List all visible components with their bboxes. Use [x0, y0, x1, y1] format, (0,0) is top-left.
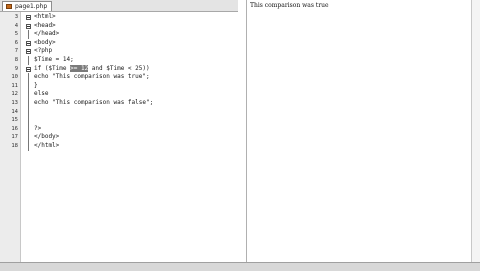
fold-guide-line — [28, 81, 29, 91]
code-text: </html> — [34, 142, 60, 149]
code-line: 10 echo "This comparison was true"; — [0, 73, 238, 82]
fold-guide-line — [28, 124, 29, 134]
code-text: else — [34, 90, 49, 98]
code-line: 14 — [0, 107, 238, 117]
code-line: 8 $Time = 14; — [0, 56, 238, 65]
file-tab[interactable]: page1.php — [2, 1, 53, 11]
code-line: 6 <body> — [0, 39, 238, 48]
code-text-after: and $Time < 25)) — [88, 64, 150, 72]
fold-toggle-icon[interactable] — [26, 23, 31, 29]
code-text: </head> — [34, 30, 60, 38]
code-line: 11} — [0, 81, 238, 91]
code-text: </body> — [34, 133, 60, 141]
line-number: 16 — [11, 125, 18, 132]
fold-guide-line — [28, 99, 29, 108]
fold-guide-line — [28, 73, 29, 82]
fold-guide-line — [28, 107, 29, 117]
line-number: 10 — [11, 74, 18, 81]
line-number: 7 — [14, 48, 18, 55]
line-number: 17 — [11, 134, 18, 141]
line-number: 8 — [14, 57, 18, 63]
code-text: echo "This comparison was true"; — [34, 73, 150, 81]
code-text: echo "This comparison was false"; — [34, 99, 154, 106]
code-text: } — [34, 81, 38, 89]
file-tab-label: page1.php — [15, 3, 48, 10]
code-line: 18 </html> — [0, 142, 238, 151]
fold-toggle-icon[interactable] — [26, 49, 31, 55]
page-output-text: This comparison was true — [250, 2, 329, 9]
line-number: 18 — [11, 143, 18, 149]
line-number: 3 — [14, 14, 18, 20]
line-number: 14 — [11, 108, 18, 115]
line-number: 5 — [14, 31, 18, 38]
vertical-scrollbar[interactable] — [471, 0, 480, 262]
php-file-icon — [6, 4, 12, 9]
code-line: 12 else — [0, 90, 238, 99]
code-line: 5 </head> — [0, 30, 238, 39]
browser-preview-pane: This comparison was true — [246, 0, 480, 270]
code-line: 16 ?> — [0, 124, 238, 134]
line-number: 6 — [14, 39, 18, 46]
fold-guide-line — [28, 133, 29, 142]
fold-toggle-icon[interactable] — [26, 66, 31, 72]
code-editor-pane: page1.php 3 <html> 4 <head> 5 </head> 6 <body> 7… — [0, 0, 238, 270]
code-area[interactable]: 3 <html> 4 <head> 5 </head> 6 <body> 7 <?php 8 $Tim… — [0, 12, 238, 270]
code-text: $Time = 14; — [34, 56, 74, 63]
code-line: 15 — [0, 116, 238, 125]
fold-toggle-icon[interactable] — [26, 40, 31, 46]
line-number: 4 — [14, 22, 18, 29]
line-number: 15 — [11, 117, 18, 124]
fold-toggle-icon[interactable] — [26, 15, 31, 20]
code-text: <html> — [34, 13, 56, 20]
line-number: 12 — [11, 91, 18, 98]
code-text: <head> — [34, 21, 56, 29]
fold-guide-line — [28, 90, 29, 99]
code-line: 13 echo "This comparison was false"; — [0, 99, 238, 108]
line-number: 11 — [11, 82, 18, 89]
code-line: 17 </body> — [0, 133, 238, 142]
code-text: <body> — [34, 38, 56, 46]
fold-guide-line — [28, 56, 29, 65]
line-number: 13 — [11, 100, 18, 106]
code-text-before: if ($Time — [34, 64, 71, 72]
selected-text[interactable]: >= 12 — [70, 64, 89, 72]
code-line: 4 <head> — [0, 22, 238, 31]
code-text: <?php — [34, 47, 53, 55]
fold-guide-line — [28, 30, 29, 39]
code-line: 3 <html> — [0, 13, 238, 22]
fold-guide-line — [28, 142, 29, 151]
code-line: 7 <?php — [0, 47, 238, 56]
line-number: 9 — [14, 65, 18, 72]
fold-guide-line — [28, 116, 29, 125]
editor-tab-bar: page1.php — [0, 0, 238, 12]
code-text: if ($Time >= 12 and $Time < 25)) — [34, 64, 150, 74]
code-text: ?> — [34, 124, 42, 132]
code-line: 9 if ($Time >= 12 and $Time < 25)) — [0, 64, 238, 74]
